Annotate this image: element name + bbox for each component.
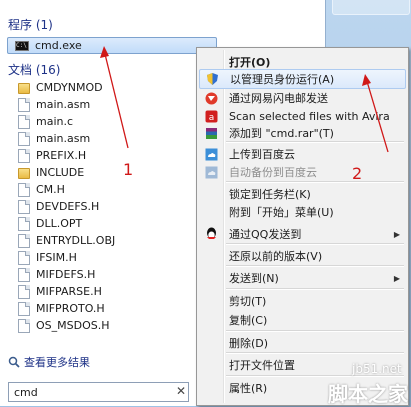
arrow-1-head [100, 46, 109, 58]
arrow-2-head [362, 74, 371, 86]
annotation-label-2: 2 [352, 164, 363, 183]
annotation-arrows [100, 46, 389, 153]
watermark-text: 脚本之家 [328, 382, 408, 406]
arrow-1 [103, 49, 129, 149]
arrow-2 [365, 77, 389, 153]
annotation-label-1: 1 [123, 160, 134, 179]
watermark-url: jb51.net [352, 362, 402, 376]
